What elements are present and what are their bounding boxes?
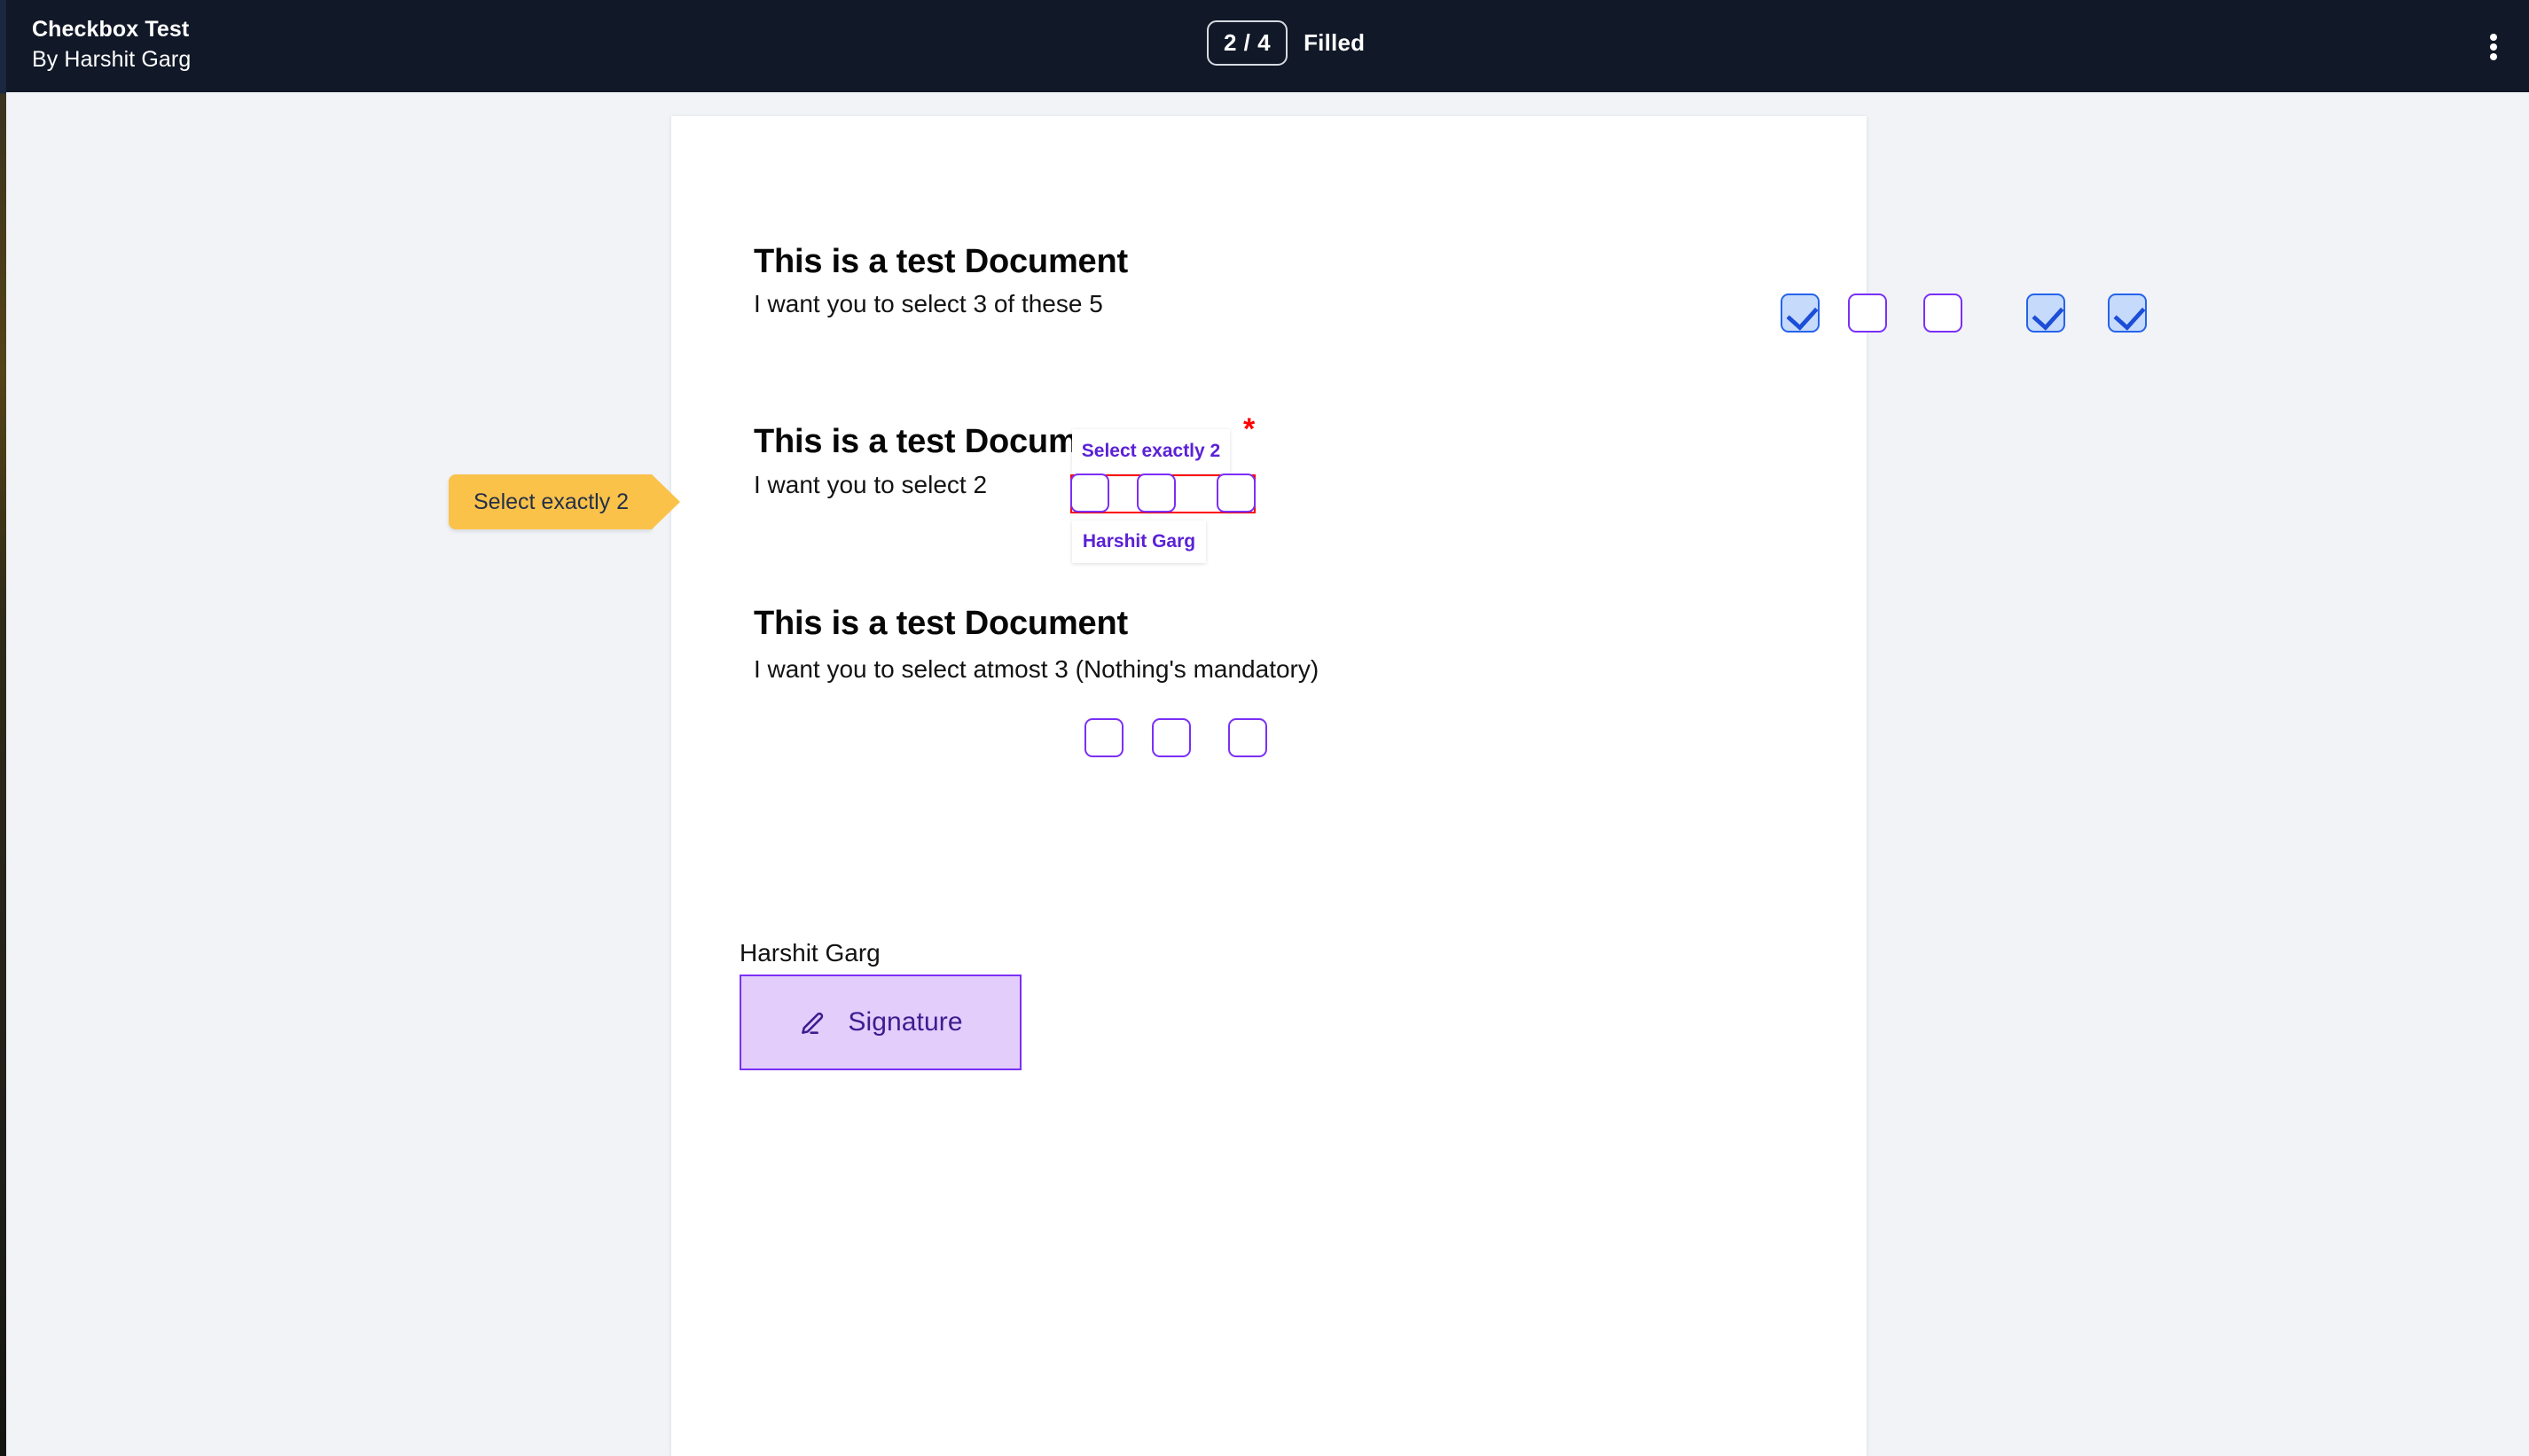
- section-1-prompt: I want you to select 3 of these 5: [754, 290, 1103, 317]
- section-2-group-tooltip-label: Select exactly 2: [1081, 441, 1221, 461]
- section-2-group-owner-chip: Harshit Garg: [1072, 521, 1206, 563]
- section-3-checkbox-3[interactable]: [1228, 718, 1267, 757]
- kebab-dot-2: [2490, 43, 2497, 51]
- kebab-dot-1: [2490, 34, 2497, 41]
- section-1-checkbox-1[interactable]: [1781, 294, 1820, 333]
- callout-label: Select exactly 2: [474, 489, 630, 514]
- app-header: Checkbox Test By Harshit Garg 2 / 4 Fill…: [6, 0, 2529, 92]
- signature-signer-name: Harshit Garg: [740, 939, 881, 967]
- section-3-prompt: I want you to select atmost 3 (Nothing's…: [754, 655, 1319, 683]
- fill-progress: 2 / 4 Filled: [1207, 20, 1365, 66]
- signature-field-label: Signature: [848, 1007, 963, 1037]
- section-3-heading: This is a test Document: [754, 605, 1128, 642]
- progress-status-label: Filled: [1304, 29, 1366, 56]
- section-2-group-owner-label: Harshit Garg: [1082, 531, 1196, 552]
- section-2-checkbox-1[interactable]: [1070, 474, 1109, 513]
- section-1-heading: This is a test Document: [754, 243, 1128, 280]
- section-2-required-asterisk: *: [1243, 412, 1256, 446]
- signature-field[interactable]: Signature: [740, 975, 1022, 1070]
- document-title: Checkbox Test: [32, 17, 190, 42]
- section-2-checkbox-3[interactable]: [1217, 474, 1256, 513]
- section-1-checkbox-4[interactable]: [2026, 294, 2065, 333]
- section-1-checkbox-3[interactable]: [1923, 294, 1962, 333]
- section-1-checkbox-5[interactable]: [2108, 294, 2147, 333]
- section-2-prompt: I want you to select 2: [754, 471, 988, 498]
- section-2-checkbox-2[interactable]: [1137, 474, 1176, 513]
- kebab-dot-3: [2490, 53, 2497, 60]
- kebab-menu-icon[interactable]: [2478, 31, 2509, 63]
- section-2-group-tooltip: Select exactly 2: [1072, 429, 1230, 474]
- document-page: This is a test Document I want you to se…: [671, 116, 2147, 1456]
- document-author: By Harshit Garg: [32, 47, 192, 72]
- browser-edge-strip: [0, 0, 6, 1456]
- document-brand: Checkbox Test By Harshit Garg: [32, 14, 191, 74]
- section-3-checkbox-1[interactable]: [1084, 718, 1124, 757]
- progress-count-badge: 2 / 4: [1207, 20, 1288, 66]
- signature-pen-icon: [802, 1012, 824, 1034]
- section-3-checkbox-2[interactable]: [1152, 718, 1191, 757]
- required-field-callout[interactable]: Select exactly 2: [449, 474, 681, 529]
- section-1-checkbox-2[interactable]: [1848, 294, 1887, 333]
